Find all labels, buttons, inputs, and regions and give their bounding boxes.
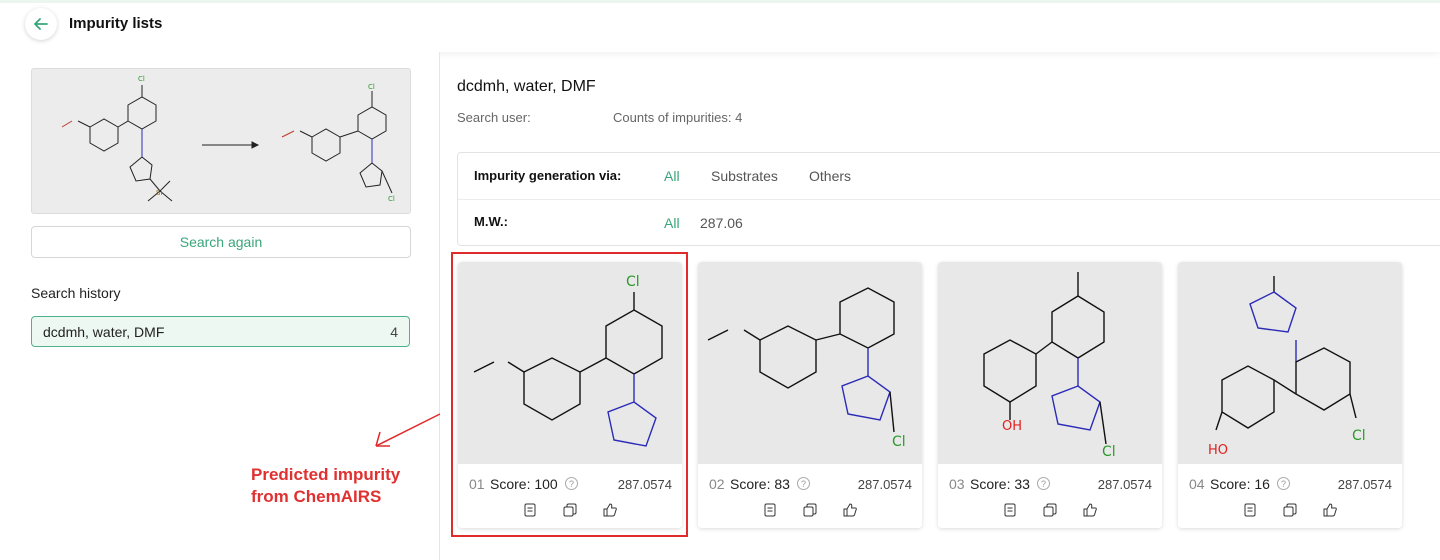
annotation-line2: from ChemAIRS	[251, 487, 382, 506]
card-index: 04	[1189, 476, 1205, 492]
svg-text:OH: OH	[1002, 419, 1022, 434]
structure-image: OH Cl	[938, 262, 1162, 464]
help-icon[interactable]: ?	[797, 477, 810, 490]
filter-mw-value[interactable]: 287.06	[700, 215, 743, 231]
thumbs-up-icon[interactable]	[1082, 502, 1098, 518]
copy-icon[interactable]	[802, 502, 818, 518]
back-button[interactable]	[25, 8, 57, 40]
card-mw: 287.0574	[1337, 477, 1392, 492]
search-history-title: Search history	[31, 285, 121, 301]
structure-image: Cl	[698, 262, 922, 464]
reaction-scheme: Cl Si Cl Cl	[31, 68, 411, 214]
search-again-button[interactable]: Search again	[31, 226, 411, 258]
filter-panel: Impurity generation via: All Substrates …	[457, 152, 1440, 246]
card-footer: 02 Score: 83 ? 287.0574	[698, 464, 922, 528]
document-icon[interactable]	[762, 502, 778, 518]
annotation-arrow-icon	[375, 413, 441, 447]
help-icon[interactable]: ?	[1277, 477, 1290, 490]
impurity-card[interactable]: Cl 02 Score: 83 ? 287.0574	[698, 262, 922, 528]
history-item-label: dcdmh, water, DMF	[43, 323, 165, 340]
arrow-left-icon	[34, 18, 48, 30]
help-icon[interactable]: ?	[565, 477, 578, 490]
filter-generation-all[interactable]: All	[664, 168, 680, 184]
card-footer: 01 Score: 100 ? 287.0574	[458, 464, 682, 528]
svg-text:Cl: Cl	[1352, 428, 1366, 444]
structure-image: Cl	[458, 262, 682, 464]
card-footer: 03 Score: 33 ? 287.0574	[938, 464, 1162, 528]
thumbs-up-icon[interactable]	[602, 502, 618, 518]
svg-text:Cl: Cl	[892, 434, 906, 450]
impurity-card[interactable]: HO Cl 04 Score: 16 ? 287.0574	[1178, 262, 1402, 528]
card-index: 03	[949, 476, 965, 492]
card-score: Score: 83	[730, 476, 790, 492]
help-icon[interactable]: ?	[1037, 477, 1050, 490]
main-title: dcdmh, water, DMF	[457, 78, 596, 95]
search-user-label: Search user:	[457, 110, 531, 125]
page-title: Impurity lists	[69, 15, 163, 32]
reaction-structure: Cl Si Cl Cl	[61, 75, 395, 203]
card-score: Score: 33	[970, 476, 1030, 492]
filter-generation-others[interactable]: Others	[809, 168, 851, 184]
annotation-line1: Predicted impurity	[251, 465, 401, 484]
mw-filter-label: M.W.:	[474, 214, 508, 229]
copy-icon[interactable]	[1282, 502, 1298, 518]
annotation-label: Predicted impurity from ChemAIRS	[251, 464, 400, 508]
impurity-card[interactable]: Cl 01 Score: 100 ? 287.0574	[458, 262, 682, 528]
filter-divider	[458, 199, 1440, 200]
app-header: Impurity lists	[0, 0, 1440, 52]
history-item[interactable]: dcdmh, water, DMF 4	[31, 316, 410, 347]
svg-text:Cl: Cl	[368, 83, 375, 91]
document-icon[interactable]	[1242, 502, 1258, 518]
thumbs-up-icon[interactable]	[1322, 502, 1338, 518]
generation-filter-label: Impurity generation via:	[474, 168, 622, 183]
svg-text:Cl: Cl	[388, 195, 395, 203]
filter-generation-substrates[interactable]: Substrates	[711, 168, 778, 184]
impurity-card[interactable]: OH Cl 03 Score: 33 ? 287.0574	[938, 262, 1162, 528]
svg-text:HO: HO	[1208, 443, 1228, 458]
structure-image: HO Cl	[1178, 262, 1402, 464]
svg-text:Cl: Cl	[138, 75, 145, 83]
thumbs-up-icon[interactable]	[842, 502, 858, 518]
copy-icon[interactable]	[1042, 502, 1058, 518]
card-footer: 04 Score: 16 ? 287.0574	[1178, 464, 1402, 528]
svg-text:Cl: Cl	[1102, 444, 1116, 460]
filter-mw-all[interactable]: All	[664, 215, 680, 231]
card-index: 01	[469, 476, 485, 492]
document-icon[interactable]	[522, 502, 538, 518]
document-icon[interactable]	[1002, 502, 1018, 518]
impurity-count: Counts of impurities: 4	[613, 110, 743, 125]
card-mw: 287.0574	[857, 477, 912, 492]
card-score: Score: 100	[490, 476, 558, 492]
copy-icon[interactable]	[562, 502, 578, 518]
card-mw: 287.0574	[1097, 477, 1152, 492]
history-item-count: 4	[390, 323, 398, 340]
card-mw: 287.0574	[617, 477, 672, 492]
card-index: 02	[709, 476, 725, 492]
svg-text:Si: Si	[156, 189, 162, 197]
svg-text:Cl: Cl	[626, 274, 640, 290]
card-score: Score: 16	[1210, 476, 1270, 492]
